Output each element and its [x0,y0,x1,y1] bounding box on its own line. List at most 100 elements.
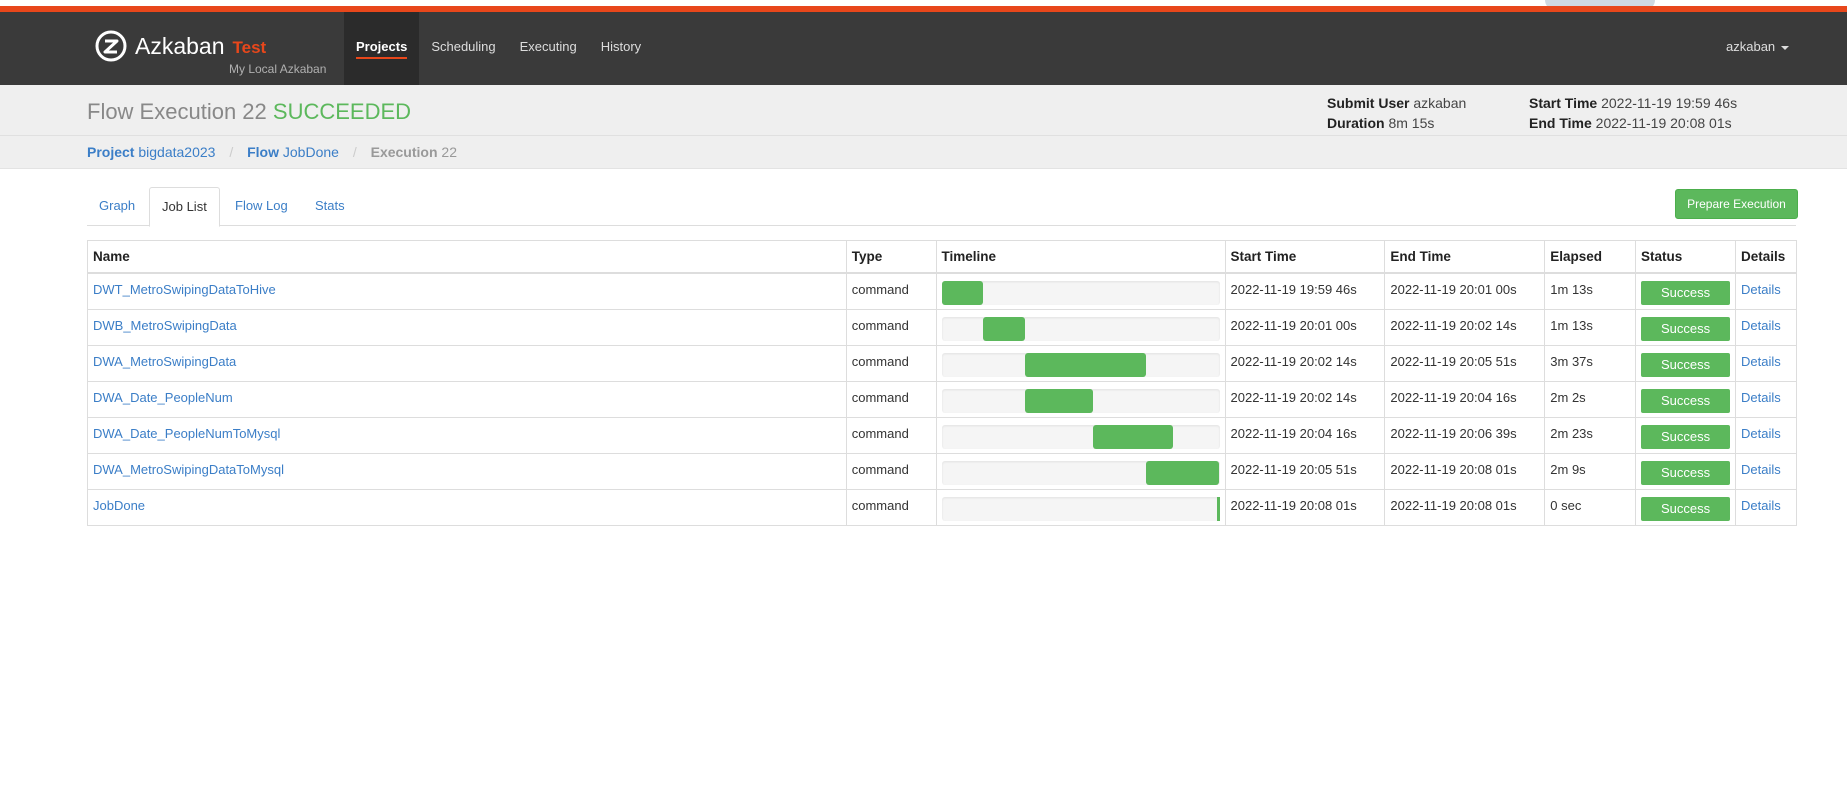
details-link[interactable]: Details [1741,498,1781,513]
user-name: azkaban [1726,39,1776,54]
cell-start-time: 2022-11-19 20:02 14s [1224,380,1386,418]
status-badge: Success [1641,388,1731,413]
timeline-bar [1216,496,1220,521]
brand-name: Azkaban [135,32,225,59]
navbar: Azkaban Test My Local Azkaban Projects S… [0,12,1847,85]
table-header-row: Name Type Timeline Start Time End Time E… [87,240,1797,274]
details-link[interactable]: Details [1741,390,1781,405]
column-header-start-time[interactable]: Start Time [1224,240,1386,274]
breadcrumb-project-value: bigdata2023 [138,144,216,160]
job-name-link[interactable]: DWA_MetroSwipingDataToMysql [93,462,284,477]
cell-details: Details [1735,452,1797,490]
job-name-link[interactable]: DWA_MetroSwipingData [93,354,236,369]
cell-name: JobDone [87,488,847,526]
cell-start-time: 2022-11-19 20:01 00s [1224,308,1386,346]
tab-stats[interactable]: Stats [303,187,357,224]
job-list-table: Name Type Timeline Start Time End Time E… [87,240,1797,526]
tab-graph[interactable]: Graph [87,187,147,224]
timeline-bar [1093,424,1174,449]
table-row: DWA_Date_PeopleNumToMysql command 2022-11-… [87,416,1797,454]
cell-name: DWA_Date_PeopleNum [87,380,847,418]
job-name-link[interactable]: DWA_Date_PeopleNumToMysql [93,426,280,441]
table-row: DWA_MetroSwipingDataToMysql command 2022-1… [87,452,1797,490]
column-header-end-time[interactable]: End Time [1384,240,1546,274]
details-link[interactable]: Details [1741,462,1781,477]
column-header-details[interactable]: Details [1735,240,1797,274]
breadcrumb-project-label: Project [87,144,135,160]
tab-flow-log[interactable]: Flow Log [223,187,300,224]
cell-timeline [935,308,1226,346]
job-name-link[interactable]: DWB_MetroSwipingData [93,318,237,333]
cell-elapsed: 0 sec [1544,488,1637,526]
column-header-elapsed[interactable]: Elapsed [1544,240,1637,274]
cell-end-time: 2022-11-19 20:08 01s [1384,452,1546,490]
cell-type: command [845,308,937,346]
start-time-label: Start Time [1529,95,1598,111]
timeline-track [941,460,1220,485]
main-nav: Projects Scheduling Executing History [344,12,653,85]
job-name-link[interactable]: JobDone [93,498,145,513]
details-link[interactable]: Details [1741,354,1781,369]
cell-status: Success [1635,272,1737,310]
cell-start-time: 2022-11-19 20:02 14s [1224,344,1386,382]
brand[interactable]: Azkaban Test [95,30,266,62]
timeline-track [941,281,1220,305]
azkaban-logo-icon [95,30,127,62]
timeline-track [941,496,1220,521]
job-name-link[interactable]: DWA_Date_PeopleNum [93,390,233,405]
table-row: DWB_MetroSwipingData command 2022-11-19 20… [87,308,1797,346]
cell-type: command [845,272,937,310]
cell-status: Success [1635,380,1737,418]
details-link[interactable]: Details [1741,426,1781,441]
cell-end-time: 2022-11-19 20:06 39s [1384,416,1546,454]
status-badge: Success [1641,424,1731,449]
cell-end-time: 2022-11-19 20:01 00s [1384,272,1546,310]
cell-elapsed: 3m 37s [1544,344,1637,382]
breadcrumb-execution: Execution 22 [371,144,457,160]
details-link[interactable]: Details [1741,318,1781,333]
column-header-timeline[interactable]: Timeline [935,240,1226,274]
cell-timeline [935,416,1226,454]
duration-label: Duration [1327,115,1385,131]
tab-job-list[interactable]: Job List [149,187,220,227]
timeline-bar [982,316,1025,341]
timeline-bar [941,281,983,305]
column-header-status[interactable]: Status [1635,240,1737,274]
nav-scheduling[interactable]: Scheduling [419,12,507,85]
cell-elapsed: 2m 9s [1544,452,1637,490]
cell-type: command [845,416,937,454]
cell-end-time: 2022-11-19 20:04 16s [1384,380,1546,418]
breadcrumb-flow[interactable]: Flow JobDone [247,144,339,160]
prepare-execution-button[interactable]: Prepare Execution [1675,189,1798,219]
nav-executing[interactable]: Executing [508,12,589,85]
table-row: JobDone command 2022-11-19 20:08 01s 2022-1… [87,488,1797,526]
nav-projects[interactable]: Projects [344,12,420,85]
cell-elapsed: 2m 23s [1544,416,1637,454]
cell-type: command [845,488,937,526]
cell-status: Success [1635,416,1737,454]
job-rows: DWT_MetroSwipingDataToHive command 2022-11… [87,272,1797,526]
summary-time: Start Time 2022-11-19 19:59 46s End Time… [1529,93,1737,133]
details-link[interactable]: Details [1741,282,1781,297]
timeline-bar [1024,388,1093,413]
column-header-type[interactable]: Type [845,240,937,274]
summary-user: Submit User azkaban Duration 8m 15s [1327,93,1466,133]
job-name-link[interactable]: DWT_MetroSwipingDataToHive [93,282,276,297]
status-badge: Success [1641,496,1731,521]
user-menu[interactable]: azkaban [1726,12,1790,82]
timeline-track [941,352,1220,377]
column-header-name[interactable]: Name [87,240,847,274]
cell-elapsed: 1m 13s [1544,272,1637,310]
status-badge: Success [1641,281,1731,305]
cell-start-time: 2022-11-19 19:59 46s [1224,272,1386,310]
cell-details: Details [1735,416,1797,454]
breadcrumb-separator: / [352,144,357,160]
cell-timeline [935,344,1226,382]
tab-bar: Graph Job List Flow Log Stats [87,187,1796,227]
timeline-bar [1146,460,1220,485]
breadcrumb-project[interactable]: Project bigdata2023 [87,144,215,160]
brand-environment: Test [232,38,267,57]
nav-history[interactable]: History [589,12,653,85]
cell-details: Details [1735,380,1797,418]
cell-name: DWA_MetroSwipingData [87,344,847,382]
